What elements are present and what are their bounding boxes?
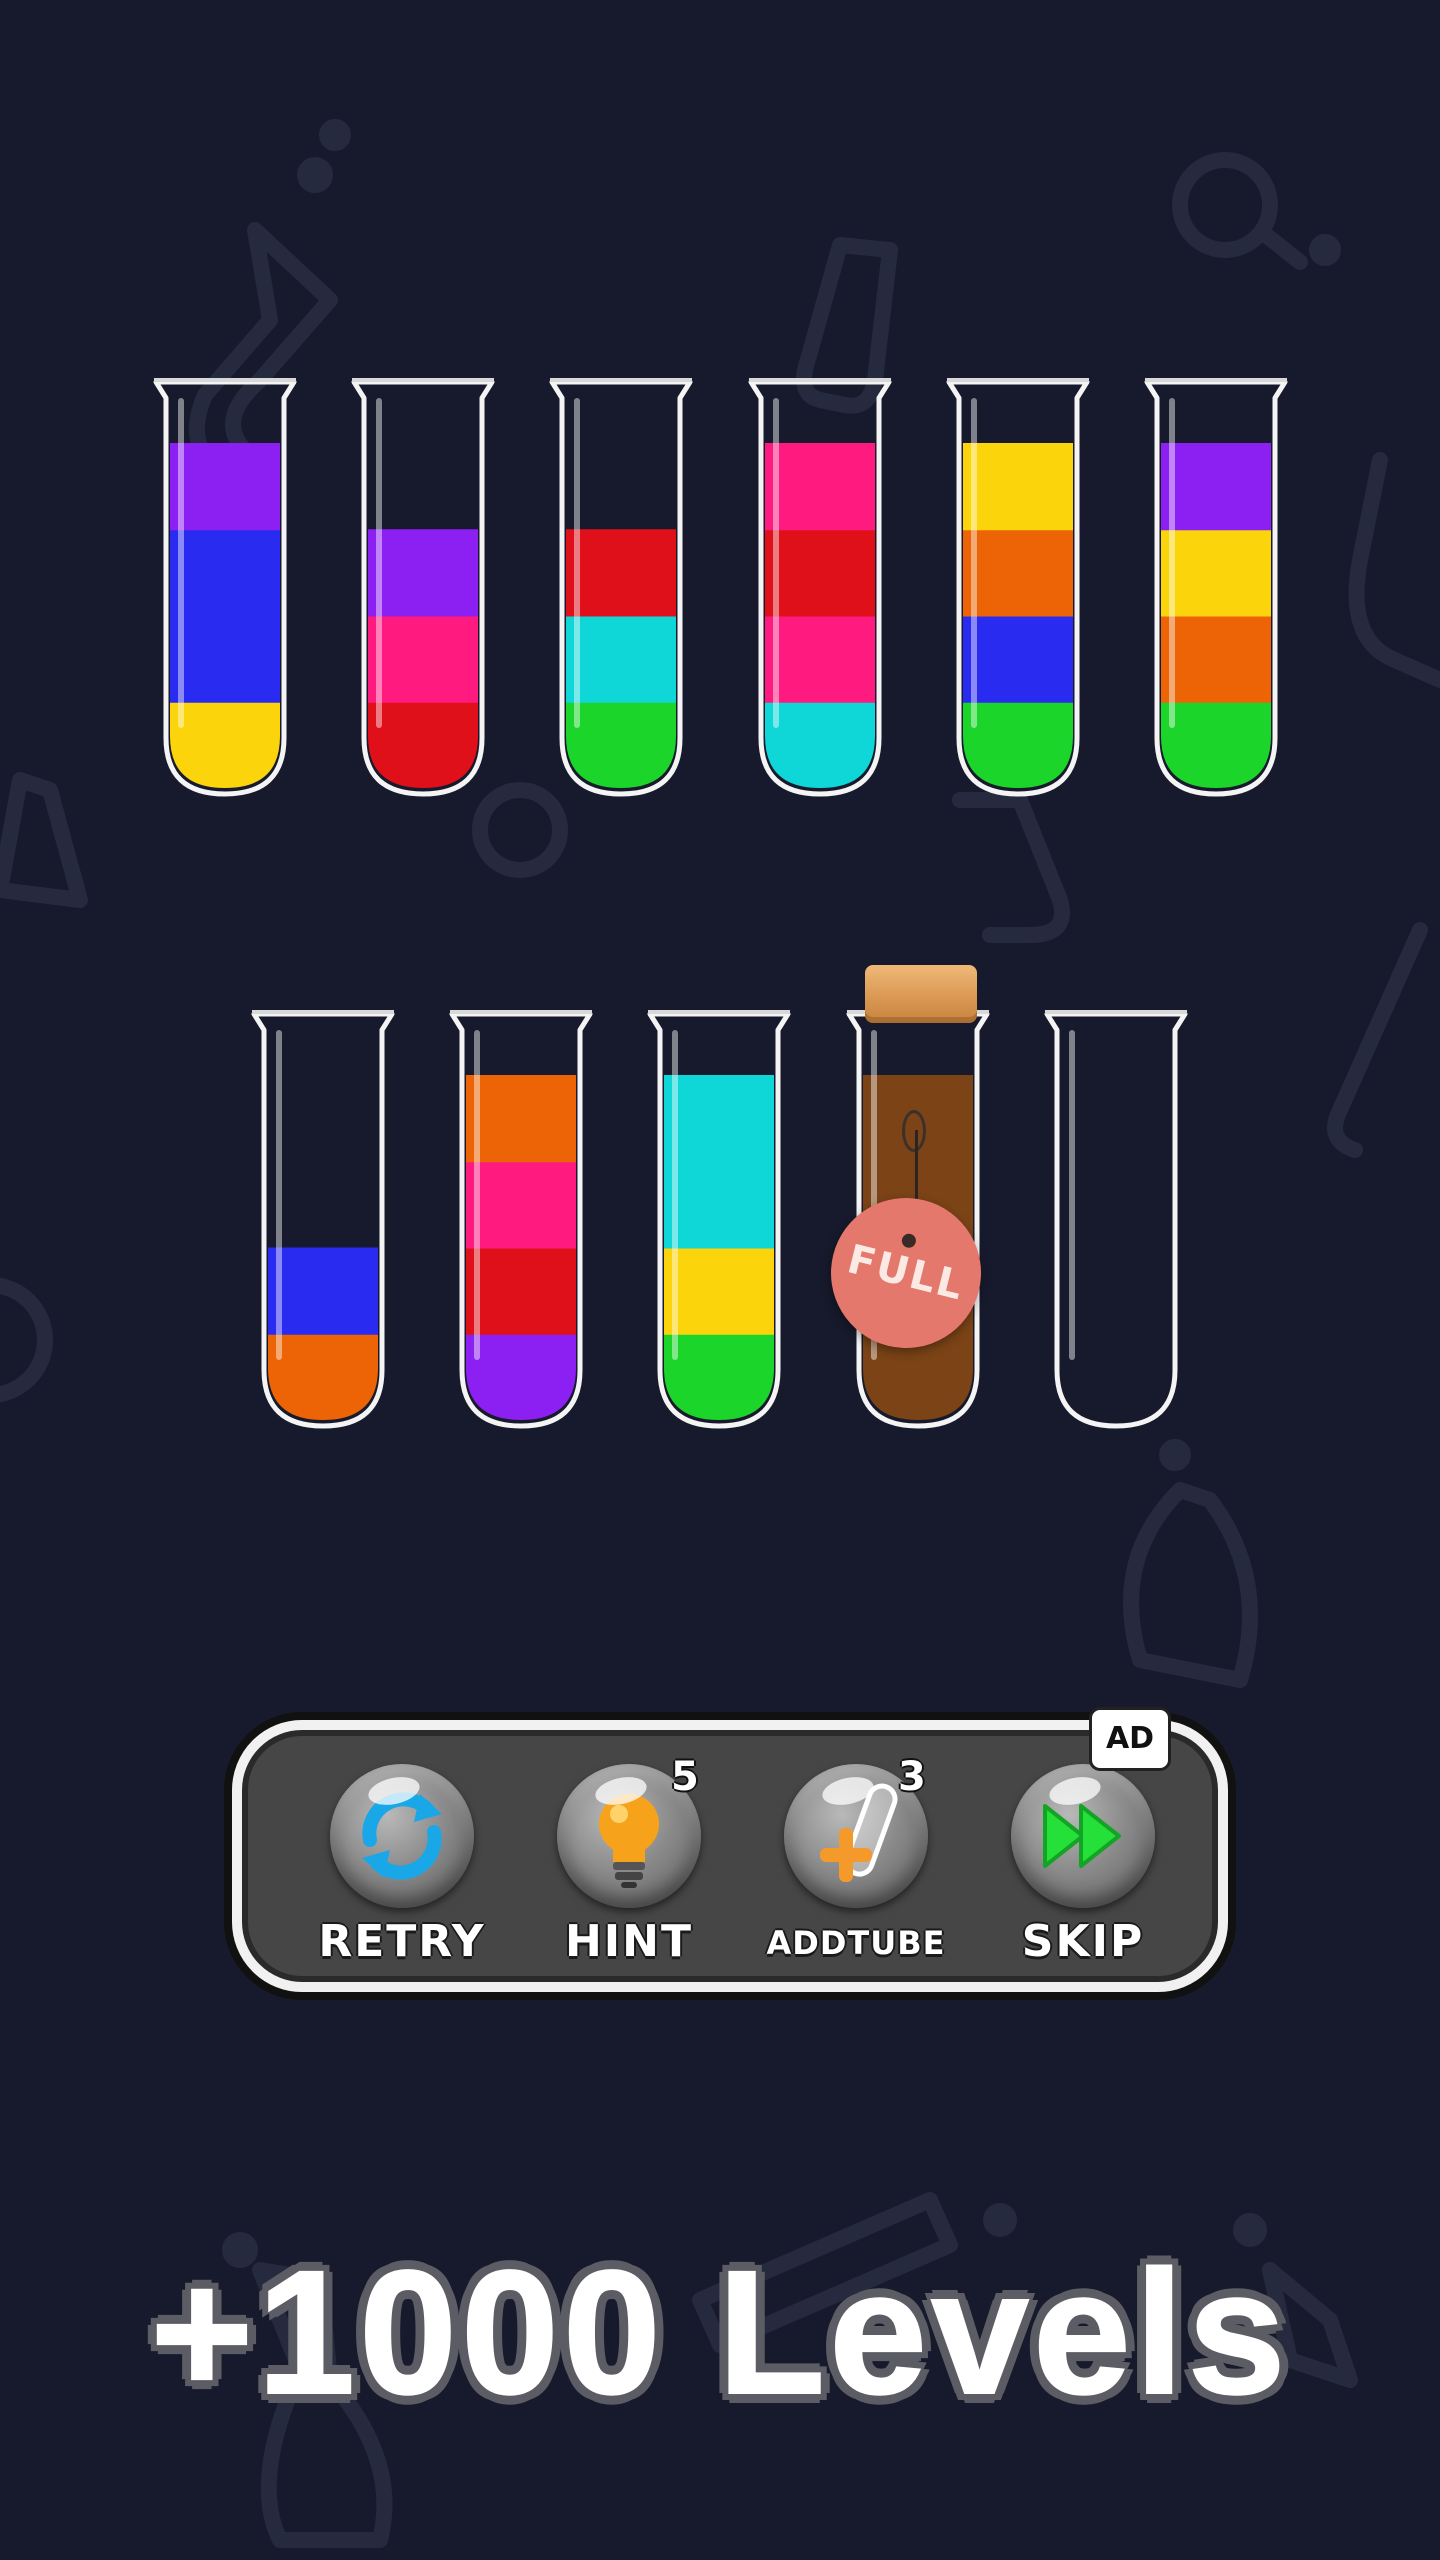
skip-button[interactable]: SKIP [983, 1764, 1183, 1974]
cork-stopper [865, 965, 977, 1023]
liquid-layer-red [765, 529, 875, 617]
liquid-layer-blue [170, 529, 280, 617]
retry-button[interactable]: RETRY [302, 1764, 502, 1974]
test-tube[interactable]: FULL [815, 965, 997, 1430]
promo-banner-text: +1000 Levels [149, 2234, 1290, 2432]
liquid-layer-cyan [664, 1075, 774, 1163]
bottom-toolbar: RETRY 5 HINT 3 ADDTUBE SKIP AD [232, 1710, 1228, 1992]
liquid-layer-blue [268, 1247, 378, 1335]
liquid-layer-cyan [566, 615, 676, 703]
hint-label: HINT [564, 1916, 694, 1967]
liquid-layer-pink [466, 1161, 576, 1249]
liquid-layer-pink [368, 615, 478, 703]
test-tube[interactable] [945, 378, 1091, 798]
liquid-layer-pink [765, 443, 875, 531]
liquid-layer-pink [765, 615, 875, 703]
test-tube[interactable] [448, 1010, 594, 1430]
liquid-layer-cyan [664, 1161, 774, 1249]
test-tube[interactable] [747, 378, 893, 798]
liquid-layer-orange [963, 529, 1073, 617]
liquid-layer-orange [466, 1075, 576, 1163]
hint-button[interactable]: 5 HINT [529, 1754, 729, 1974]
skip-bubble [1011, 1764, 1155, 1908]
liquid-layer-blue [170, 615, 280, 703]
addtube-label: ADDTUBE [766, 1924, 946, 1962]
liquid-layer-red [566, 529, 676, 617]
liquid-layer-yellow [664, 1247, 774, 1335]
skip-label: SKIP [1021, 1916, 1145, 1967]
liquid-layer-orange [1161, 615, 1271, 703]
liquid-layer-purple [368, 529, 478, 617]
add-tube-button[interactable]: 3 ADDTUBE [756, 1754, 956, 1974]
liquid-layer-yellow [1161, 529, 1271, 617]
test-tube[interactable] [152, 378, 298, 798]
test-tube[interactable] [1043, 1010, 1189, 1430]
test-tube[interactable] [646, 1010, 792, 1430]
test-tube[interactable] [548, 378, 694, 798]
hint-count: 5 [671, 1754, 699, 1800]
liquid-layer-blue [963, 615, 1073, 703]
retry-label: RETRY [318, 1916, 486, 1967]
tag-string-loop [902, 1110, 926, 1152]
liquid-layer-purple [170, 443, 280, 531]
retry-bubble [330, 1764, 474, 1908]
test-tube[interactable] [350, 378, 496, 798]
test-tube[interactable] [250, 1010, 396, 1430]
liquid-layer-purple [1161, 443, 1271, 531]
test-tube[interactable] [1143, 378, 1289, 798]
addtube-count: 3 [898, 1754, 926, 1800]
ad-badge: AD [1092, 1710, 1168, 1768]
liquid-layer-red [466, 1247, 576, 1335]
liquid-layer-yellow [963, 443, 1073, 531]
